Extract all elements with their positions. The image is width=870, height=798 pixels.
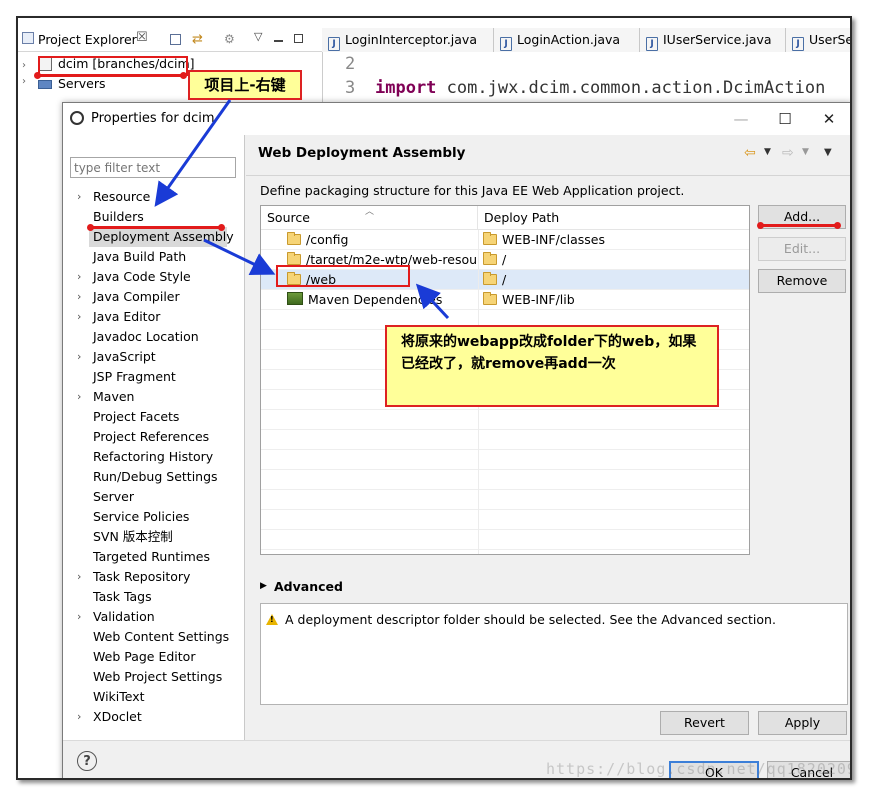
arrow-to-deployment-assembly bbox=[154, 99, 232, 207]
watermark: https://blog.csdn.net/qq1820209909 bbox=[546, 760, 850, 778]
annotation-arrows bbox=[154, 99, 450, 320]
screenshot-frame: Project Explorer ☒ ⇄ ⚙ ▽ › dcim [branche… bbox=[16, 16, 852, 780]
arrow-to-web-row bbox=[203, 238, 276, 275]
arrow-to-web-source bbox=[415, 283, 450, 320]
